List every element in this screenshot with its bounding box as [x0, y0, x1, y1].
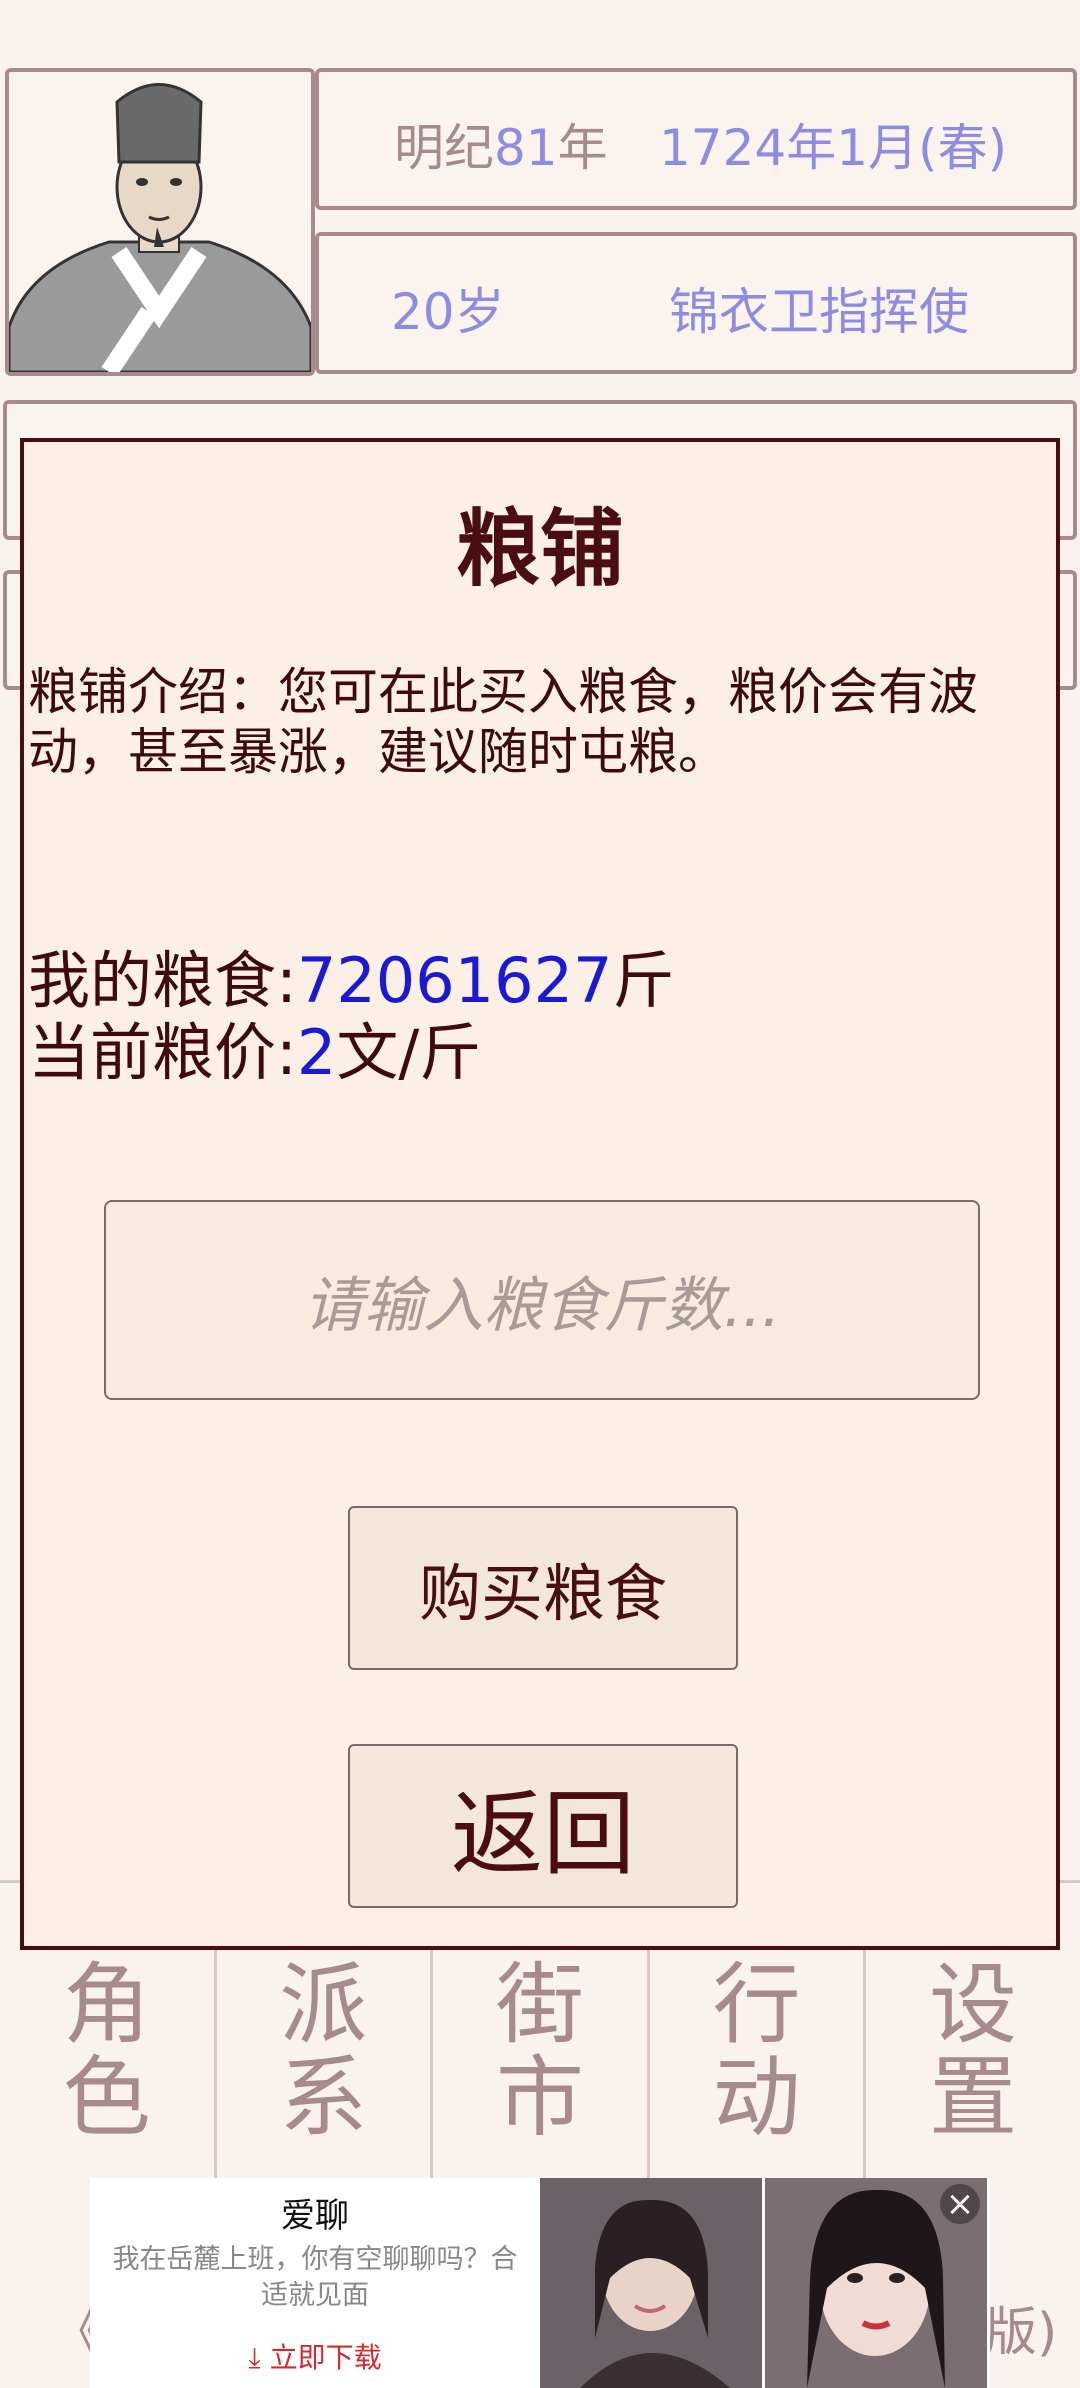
- ad-banner[interactable]: 爱聊 我在岳麓上班，你有空聊聊吗？合 适就见面 ⤓ 立即下载 ×: [90, 2178, 990, 2388]
- grain-price-line: 当前粮价:2文/斤: [28, 1016, 482, 1089]
- shop-intro-text: 粮铺介绍：您可在此买入粮食，粮价会有波动，甚至暴涨，建议随时屯粮。: [28, 663, 978, 781]
- buy-grain-button[interactable]: 购买粮食: [348, 1506, 738, 1670]
- player-portrait: [5, 68, 315, 377]
- back-button[interactable]: 返回: [348, 1744, 738, 1908]
- ad-download-link[interactable]: ⤓ 立即下载: [90, 2336, 540, 2376]
- grain-price: 2: [296, 1016, 337, 1089]
- dialog-title: 粮铺: [455, 500, 624, 598]
- era-label: 明纪81年: [394, 119, 608, 177]
- grain-shop-dialog: 粮铺 粮铺介绍：您可在此买入粮食，粮价会有波动，甚至暴涨，建议随时屯粮。 我的粮…: [20, 438, 1060, 1950]
- age-label: 20岁: [391, 283, 505, 341]
- grain-quantity-input[interactable]: 请输入粮食斤数...: [104, 1200, 980, 1400]
- date-label: 1724年1月(春): [659, 119, 1008, 177]
- footer-right-text: 版): [985, 2303, 1058, 2363]
- ad-photo: [540, 2178, 762, 2388]
- download-arrow-icon: ⤓: [248, 2341, 270, 2374]
- ad-description: 我在岳麓上班，你有空聊聊吗？合 适就见面: [112, 2244, 518, 2311]
- rank-title-label: 锦衣卫指挥使: [669, 283, 969, 341]
- date-panel: 明纪81年 1724年1月(春): [315, 68, 1077, 210]
- status-panel: 20岁 锦衣卫指挥使: [315, 232, 1077, 374]
- ad-title: 爱聊: [281, 2196, 349, 2236]
- close-icon[interactable]: ×: [940, 2184, 980, 2224]
- official-portrait-icon: [7, 83, 313, 377]
